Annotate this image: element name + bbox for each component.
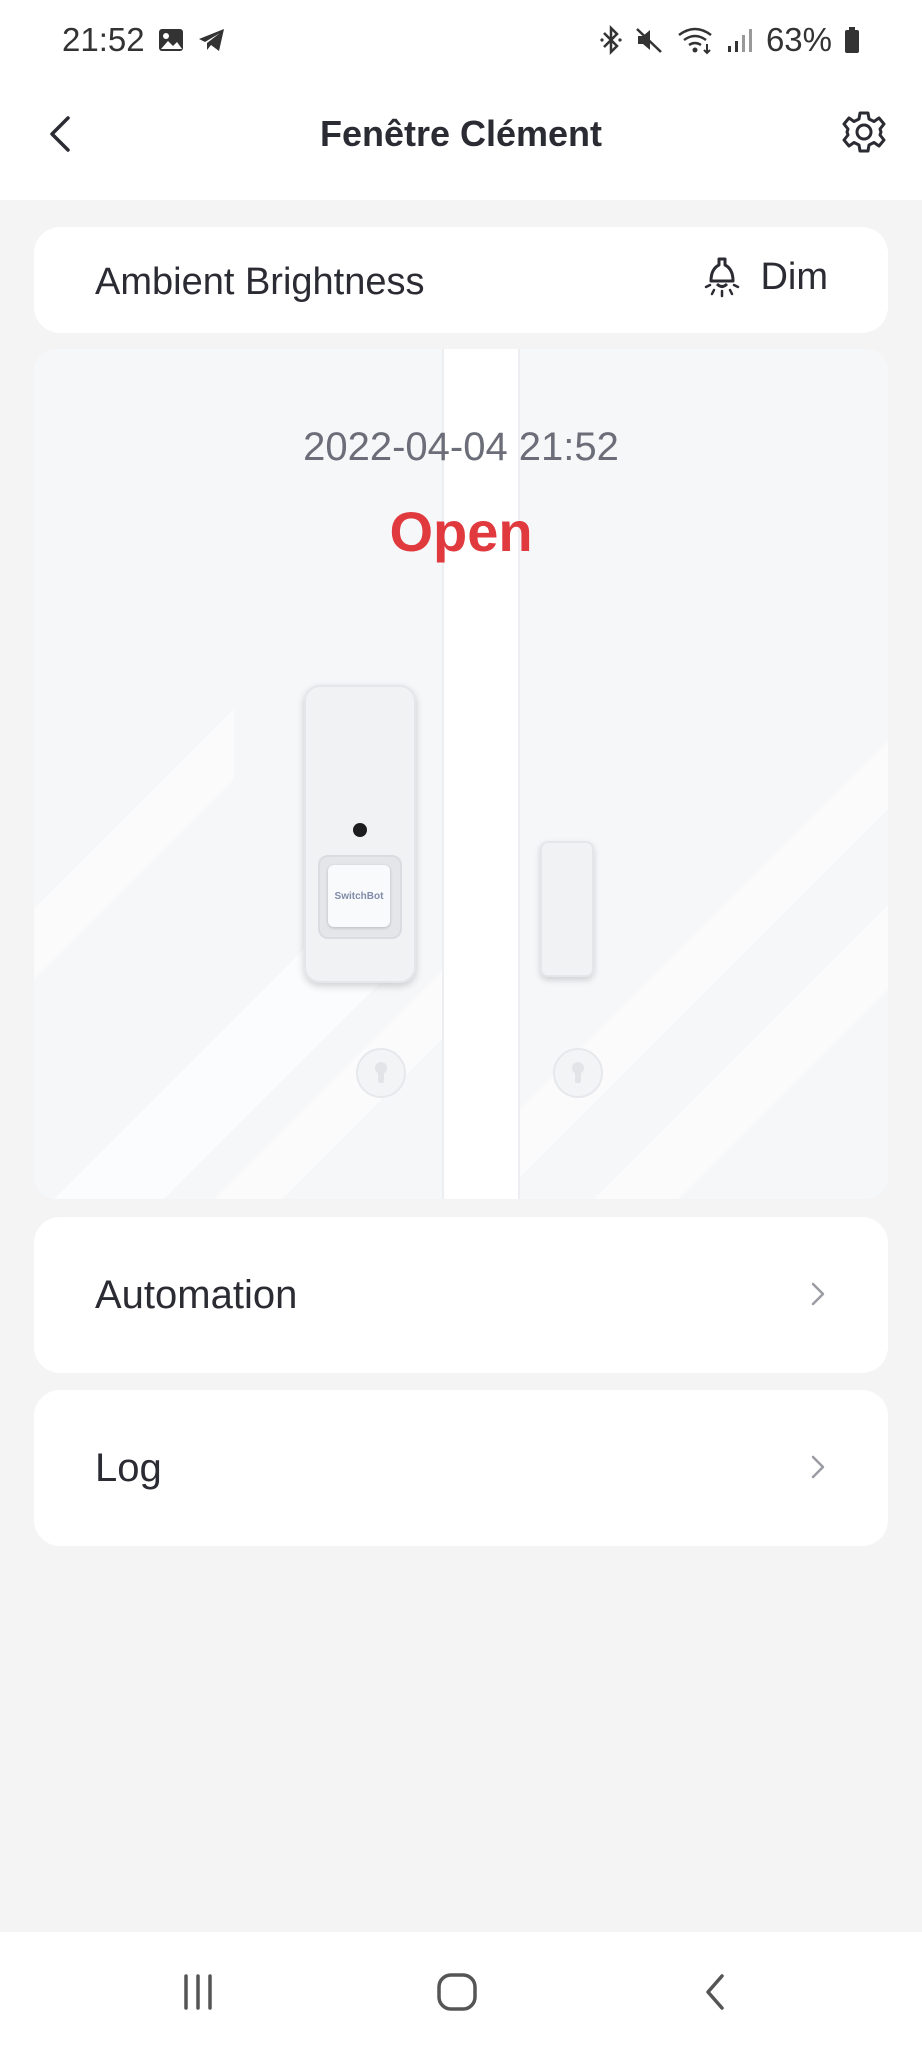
ambient-brightness-value-group: Dim <box>702 255 828 299</box>
home-icon <box>437 1973 477 2011</box>
app-header: Fenêtre Clément <box>0 80 922 200</box>
ambient-brightness-label: Ambient Brightness <box>95 261 425 303</box>
door-frame <box>442 349 520 1199</box>
status-time: 21:52 <box>62 21 145 58</box>
recents-icon <box>184 1974 212 2010</box>
last-event-timestamp: 2022-04-04 21:52 <box>303 425 619 469</box>
signal-icon <box>726 26 754 54</box>
log-row[interactable]: Log <box>34 1390 888 1546</box>
battery-percent: 63% <box>765 21 832 58</box>
telegram-icon <box>197 26 227 54</box>
sensor-magnet-unit <box>540 841 594 977</box>
bluetooth-icon <box>600 25 622 55</box>
sensor-main-unit: SwitchBot <box>304 685 416 983</box>
status-bar: 21:52 63% <box>0 0 922 80</box>
ambient-brightness-value: Dim <box>760 255 828 298</box>
chevron-right-icon <box>811 1455 825 1479</box>
chevron-right-icon <box>811 1282 825 1306</box>
page-title: Fenêtre Clément <box>319 113 603 154</box>
sensor-button-frame: SwitchBot <box>318 855 402 939</box>
battery-icon <box>844 26 860 54</box>
automation-row[interactable]: Automation <box>34 1217 888 1373</box>
contact-state: Open <box>389 500 533 563</box>
bulb-icon <box>705 257 740 298</box>
settings-button[interactable] <box>836 104 892 160</box>
sensor-button: SwitchBot <box>328 865 390 927</box>
ambient-brightness-card: Ambient Brightness Dim <box>34 227 888 333</box>
sensor-led <box>353 823 367 837</box>
status-left: 21:52 <box>62 21 227 59</box>
wifi-icon <box>676 25 714 55</box>
automation-label: Automation <box>95 1273 298 1317</box>
system-back-button[interactable] <box>685 1964 745 2020</box>
home-button[interactable] <box>427 1964 487 2020</box>
recents-button[interactable] <box>168 1964 228 2020</box>
sensor-panel: 2022-04-04 21:52 Open SwitchBot <box>34 349 888 1199</box>
mute-icon <box>634 25 664 55</box>
log-label: Log <box>95 1446 162 1490</box>
keyhole-icon <box>356 1048 406 1098</box>
status-right: 63% <box>600 21 860 59</box>
keyhole-icon <box>553 1048 603 1098</box>
gear-icon <box>842 111 886 153</box>
back-icon <box>706 1974 724 2010</box>
gallery-icon <box>157 26 185 54</box>
navigation-bar <box>0 1932 922 2048</box>
